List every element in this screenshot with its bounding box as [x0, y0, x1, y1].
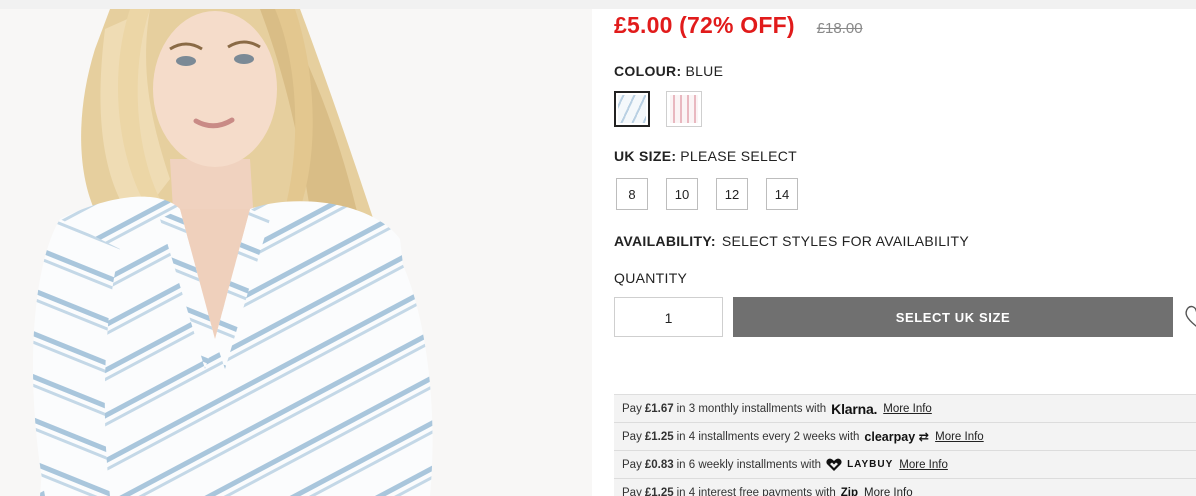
pay-text: in 4 installments every 2 weeks with — [676, 430, 860, 443]
availability: AVAILABILITY: SELECT STYLES FOR AVAILABIL… — [614, 233, 969, 249]
more-info-link[interactable]: More Info — [899, 459, 948, 471]
clearpay-logo-text: clearpay — [864, 430, 916, 444]
swatch-pink-stripe[interactable] — [666, 91, 702, 127]
pay-prefix: Pay — [622, 486, 642, 496]
more-info-link[interactable]: More Info — [864, 487, 913, 496]
size-option-8[interactable]: 8 — [616, 178, 648, 210]
size-label: UK SIZE: PLEASE SELECT — [614, 148, 797, 164]
pay-prefix: Pay — [622, 402, 642, 415]
payment-row-clearpay: Pay £1.25 in 4 installments every 2 week… — [614, 423, 1196, 451]
payment-options: Pay £1.67 in 3 monthly installments with… — [614, 394, 1196, 496]
swatch-blue-stripe[interactable] — [614, 91, 650, 127]
pay-amount: £1.25 — [644, 486, 674, 496]
clearpay-logo: clearpay ⇄ — [864, 429, 929, 444]
sale-price: £5.00 (72% OFF) — [614, 12, 795, 38]
swatch-pink-stripe-chip — [670, 95, 698, 123]
select-size-button[interactable]: SELECT UK SIZE — [733, 297, 1173, 337]
zip-logo: Zip — [840, 486, 859, 496]
colour-label: COLOUR: BLUE — [614, 63, 723, 79]
price-row: £5.00 (72% OFF) £18.00 — [614, 12, 863, 39]
model-photo-illustration — [0, 9, 592, 496]
pay-text: in 3 monthly installments with — [676, 402, 827, 415]
swatch-blue-stripe-chip — [618, 95, 646, 123]
size-label-key: UK SIZE: — [614, 148, 677, 164]
size-options: 8 10 12 14 — [616, 178, 798, 210]
more-info-link[interactable]: More Info — [935, 431, 984, 443]
pay-prefix: Pay — [622, 458, 642, 471]
quantity-input[interactable] — [614, 297, 723, 337]
wishlist-heart-icon[interactable] — [1182, 302, 1196, 330]
pay-prefix: Pay — [622, 430, 642, 443]
laybuy-heart-icon — [826, 458, 842, 471]
pay-text: in 4 interest free payments with — [676, 486, 836, 496]
quantity-label: QUANTITY — [614, 270, 688, 286]
size-label-value: PLEASE SELECT — [680, 148, 798, 164]
original-price: £18.00 — [816, 20, 863, 37]
pay-amount: £1.25 — [644, 430, 674, 443]
colour-label-key: COLOUR: — [614, 63, 682, 79]
pay-amount: £0.83 — [644, 458, 674, 471]
pay-text: in 6 weekly installments with — [676, 458, 822, 471]
payment-row-zip: Pay £1.25 in 4 interest free payments wi… — [614, 479, 1196, 496]
colour-swatches — [614, 91, 702, 127]
clearpay-arrows-icon: ⇄ — [915, 430, 930, 444]
product-image[interactable] — [0, 9, 592, 496]
colour-label-value: BLUE — [685, 63, 724, 79]
size-option-12[interactable]: 12 — [716, 178, 748, 210]
laybuy-logo-bold: BUY — [869, 459, 894, 470]
size-option-14[interactable]: 14 — [766, 178, 798, 210]
availability-value: SELECT STYLES FOR AVAILABILITY — [721, 233, 969, 249]
laybuy-logo: LAYBUY — [847, 459, 893, 470]
payment-row-klarna: Pay £1.67 in 3 monthly installments with… — [614, 395, 1196, 423]
more-info-link[interactable]: More Info — [883, 403, 932, 415]
availability-key: AVAILABILITY: — [614, 233, 716, 249]
payment-row-laybuy: Pay £0.83 in 6 weekly installments with … — [614, 451, 1196, 479]
product-info-panel: £5.00 (72% OFF) £18.00 COLOUR: BLUE UK SI… — [614, 0, 1196, 496]
klarna-logo: Klarna. — [831, 400, 878, 417]
pay-amount: £1.67 — [644, 402, 674, 415]
size-option-10[interactable]: 10 — [666, 178, 698, 210]
laybuy-logo-light: LAY — [847, 459, 870, 470]
